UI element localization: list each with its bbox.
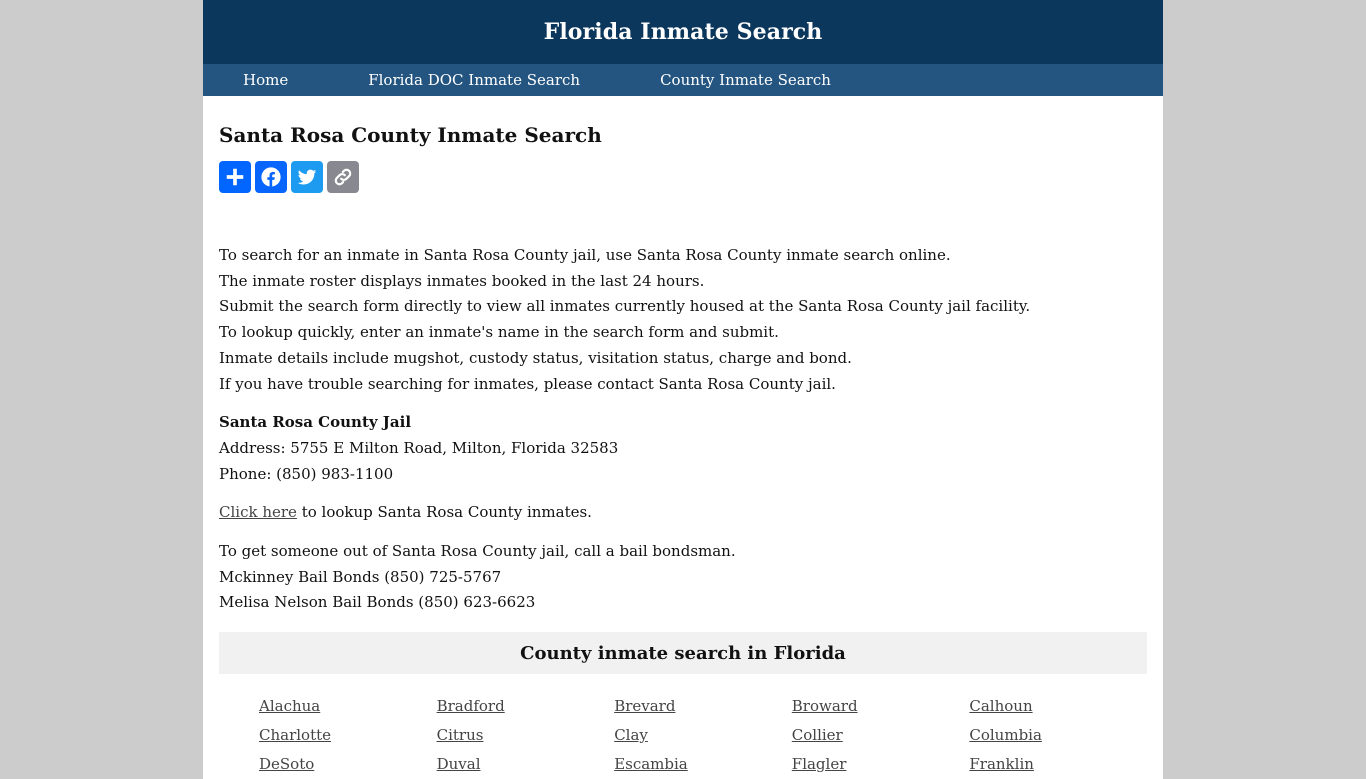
facebook-share-button[interactable] [255,161,287,193]
jail-phone: Phone: (850) 983-1100 [219,464,394,483]
jail-address: Address: 5755 E Milton Road, Milton, Flo… [219,438,619,457]
intro-line: Inmate details include mugshot, custody … [219,348,852,367]
county-link[interactable]: Columbia [969,721,1147,750]
intro-line: If you have trouble searching for inmate… [219,374,836,393]
jail-info: Santa Rosa County Jail Address: 5755 E M… [219,410,1147,487]
county-link[interactable]: Citrus [437,721,615,750]
county-link[interactable]: Bradford [437,692,615,721]
click-here-link[interactable]: Click here [219,503,297,521]
intro-section: To search for an inmate in Santa Rosa Co… [219,243,1147,397]
copy-link-button[interactable] [327,161,359,193]
county-link[interactable]: Duval [437,750,615,779]
county-links-grid: Alachua Bradford Brevard Broward Calhoun… [219,674,1147,779]
bail-intro: To get someone out of Santa Rosa County … [219,542,736,561]
county-link[interactable]: Flagler [792,750,970,779]
county-link[interactable]: Broward [792,692,970,721]
main-nav: Home Florida DOC Inmate Search County In… [203,64,1163,96]
nav-home[interactable]: Home [243,71,288,89]
link-icon [334,168,352,186]
nav-florida-doc-inmate-search[interactable]: Florida DOC Inmate Search [368,71,580,89]
page-container: Florida Inmate Search Home Florida DOC I… [203,0,1163,779]
county-link[interactable]: Brevard [614,692,792,721]
main-content: Santa Rosa County Inmate Search To searc… [203,96,1163,779]
lookup-section: Click here to lookup Santa Rosa County i… [219,500,1147,526]
twitter-icon [297,169,317,185]
lookup-line: Click here to lookup Santa Rosa County i… [219,500,1147,526]
county-section-heading: County inmate search in Florida [219,632,1147,675]
page-title: Santa Rosa County Inmate Search [219,123,602,147]
facebook-icon [261,167,281,187]
intro-line: Submit the search form directly to view … [219,297,1031,316]
county-link[interactable]: Alachua [259,692,437,721]
nav-county-inmate-search[interactable]: County Inmate Search [660,71,831,89]
intro-line: To lookup quickly, enter an inmate's nam… [219,323,779,342]
intro-line: To search for an inmate in Santa Rosa Co… [219,246,951,264]
intro-line: The inmate roster displays inmates booke… [219,271,705,290]
share-button[interactable] [219,161,251,193]
site-header: Florida Inmate Search [203,0,1163,64]
bail-section: To get someone out of Santa Rosa County … [219,539,1147,616]
bondsman-item: Mckinney Bail Bonds (850) 725-5767 [219,567,502,586]
county-link[interactable]: Calhoun [969,692,1147,721]
county-link[interactable]: Collier [792,721,970,750]
county-link[interactable]: Franklin [969,750,1147,779]
county-link[interactable]: Escambia [614,750,792,779]
jail-name: Santa Rosa County Jail [219,413,412,432]
twitter-share-button[interactable] [291,161,323,193]
share-buttons [219,161,1147,193]
bondsman-item: Melisa Nelson Bail Bonds (850) 623-6623 [219,593,536,612]
county-link[interactable]: Charlotte [259,721,437,750]
lookup-text: to lookup Santa Rosa County inmates. [296,503,592,522]
county-link[interactable]: Clay [614,721,792,750]
county-link[interactable]: DeSoto [259,750,437,779]
site-title[interactable]: Florida Inmate Search [544,19,823,45]
plus-icon [226,168,244,186]
